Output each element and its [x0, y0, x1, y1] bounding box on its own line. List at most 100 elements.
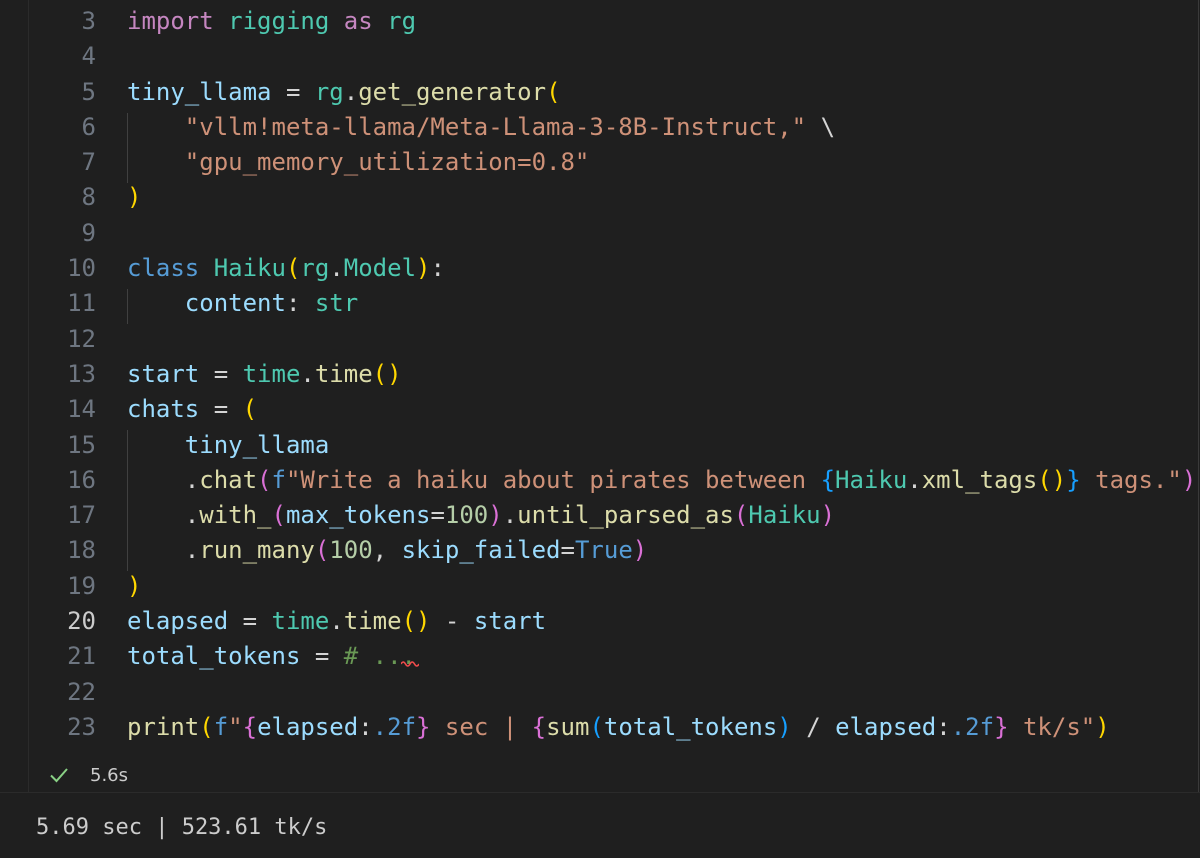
line-number: 13 [67, 359, 96, 388]
code-line[interactable]: 3 import rigging as rg [0, 4, 1200, 39]
code-token: as [343, 7, 373, 35]
notebook-code-cell[interactable]: 3 import rigging as rg 4 5 tiny_llama = rg.g… [0, 0, 1200, 792]
code-token: . [127, 501, 200, 530]
line-number: 5 [81, 77, 96, 106]
code-line[interactable]: 16 .chat(f"Write a haiku about pirates b… [0, 463, 1200, 498]
code-token: time [242, 359, 301, 388]
code-editor[interactable]: 3 import rigging as rg 4 5 tiny_llama = rg.g… [0, 4, 1200, 745]
code-line[interactable]: 21 total_tokens = # ... [0, 639, 1200, 674]
code-token: rigging [228, 7, 330, 35]
code-token: . [343, 77, 359, 106]
code-token: start [473, 607, 547, 636]
code-text: class Haiku(rg.Model): [127, 251, 445, 286]
code-line[interactable]: 20 elapsed = time.time() - start [0, 604, 1200, 639]
code-token: = [271, 77, 315, 106]
code-line[interactable]: 17 .with_(max_tokens=100).until_parsed_a… [0, 498, 1200, 533]
code-token: ) [127, 571, 142, 600]
code-line[interactable]: 10 class Haiku(rg.Model): [0, 251, 1200, 286]
code-text: ) [127, 180, 141, 215]
code-token: = [199, 359, 243, 388]
code-token: . [127, 465, 200, 494]
output-text: 5.69 sec | 523.61 tk/s [36, 815, 328, 840]
code-token: tags." [1080, 465, 1182, 494]
code-token: = [300, 642, 344, 671]
code-token: time [343, 607, 402, 636]
line-number: 18 [67, 536, 96, 565]
code-token: ) [777, 712, 792, 741]
code-text: .run_many(100, skip_failed=True) [127, 533, 647, 568]
code-line[interactable]: 9 [0, 216, 1200, 251]
code-token: , [372, 536, 402, 565]
code-token: ( [733, 501, 749, 530]
code-line[interactable]: 22 [0, 675, 1200, 710]
code-token: .2f [950, 712, 995, 741]
code-text: start = time.time() [127, 357, 402, 392]
code-token: = [199, 395, 243, 424]
code-token: ) [416, 254, 431, 283]
code-line[interactable]: 7 "gpu_memory_utilization=0.8" [0, 145, 1200, 180]
code-line[interactable]: 6 "vllm!meta-llama/Meta-Llama-3-8B-Instr… [0, 110, 1200, 145]
code-line[interactable]: 23 print(f"{elapsed:.2f} sec | {sum(total… [0, 710, 1200, 745]
error-squiggle [401, 661, 419, 667]
code-token: () [372, 359, 402, 388]
code-line[interactable]: 5 tiny_llama = rg.get_generator( [0, 75, 1200, 110]
code-token: f [271, 465, 286, 494]
code-token: elapsed [127, 607, 229, 636]
code-text: chats = ( [127, 392, 257, 427]
code-token: } [1066, 465, 1081, 494]
code-token: elapsed [257, 712, 359, 741]
code-token: elapsed [835, 712, 937, 741]
code-token: ( [242, 395, 258, 424]
code-token: ) [488, 501, 503, 530]
code-token: : [285, 289, 315, 318]
line-number: 12 [67, 324, 96, 353]
code-token: total_tokens [603, 712, 778, 741]
code-line[interactable]: 8) [0, 180, 1200, 215]
code-line[interactable]: 19) [0, 569, 1200, 604]
code-token: Haiku [835, 465, 908, 494]
code-token: " [228, 712, 243, 741]
code-line[interactable]: 12 [0, 322, 1200, 357]
code-text: .chat(f"Write a haiku about pirates betw… [127, 463, 1197, 498]
code-token: chat [199, 465, 258, 494]
cell-output: 5.69 sec | 523.61 tk/s [0, 792, 1200, 858]
code-token: ) [1095, 712, 1110, 741]
code-token: { [531, 712, 547, 741]
code-line[interactable]: 4 [0, 39, 1200, 74]
code-token: ( [257, 465, 272, 494]
code-token: - [430, 607, 474, 636]
code-token: () [401, 607, 431, 636]
code-token: print [127, 712, 200, 741]
code-token: total_tokens [127, 642, 301, 671]
cell-execution-status: 5.6s [48, 760, 128, 790]
code-token: import [127, 7, 214, 35]
code-token: . [329, 607, 344, 636]
code-token: content [184, 289, 286, 318]
code-line[interactable]: 18 .run_many(100, skip_failed=True) [0, 533, 1200, 568]
code-token: { [820, 465, 836, 494]
code-token: Haiku [213, 254, 286, 283]
code-token: f [213, 712, 229, 741]
code-text: "vllm!meta-llama/Meta-Llama-3-8B-Instruc… [127, 110, 835, 145]
code-text: tiny_llama = rg.get_generator( [127, 75, 561, 110]
code-token: : [358, 712, 373, 741]
code-line[interactable]: 11 content: str [0, 286, 1200, 321]
code-token: ( [271, 501, 286, 530]
code-token: 100 [444, 501, 489, 530]
code-text: content: str [127, 286, 358, 321]
code-token: Haiku [748, 501, 821, 530]
line-number: 17 [67, 501, 96, 530]
code-token: time [271, 607, 330, 636]
code-token: () [1037, 465, 1067, 494]
code-token: ( [546, 77, 561, 106]
code-token: skip_failed [401, 536, 561, 565]
code-line[interactable]: 14 chats = ( [0, 392, 1200, 427]
code-token: ) [1181, 465, 1197, 494]
code-token: run_many [199, 536, 315, 565]
code-line[interactable]: 13 start = time.time() [0, 357, 1200, 392]
code-line[interactable]: 15 tiny_llama [0, 428, 1200, 463]
code-token: rg [387, 7, 417, 35]
code-token: : [430, 254, 445, 283]
